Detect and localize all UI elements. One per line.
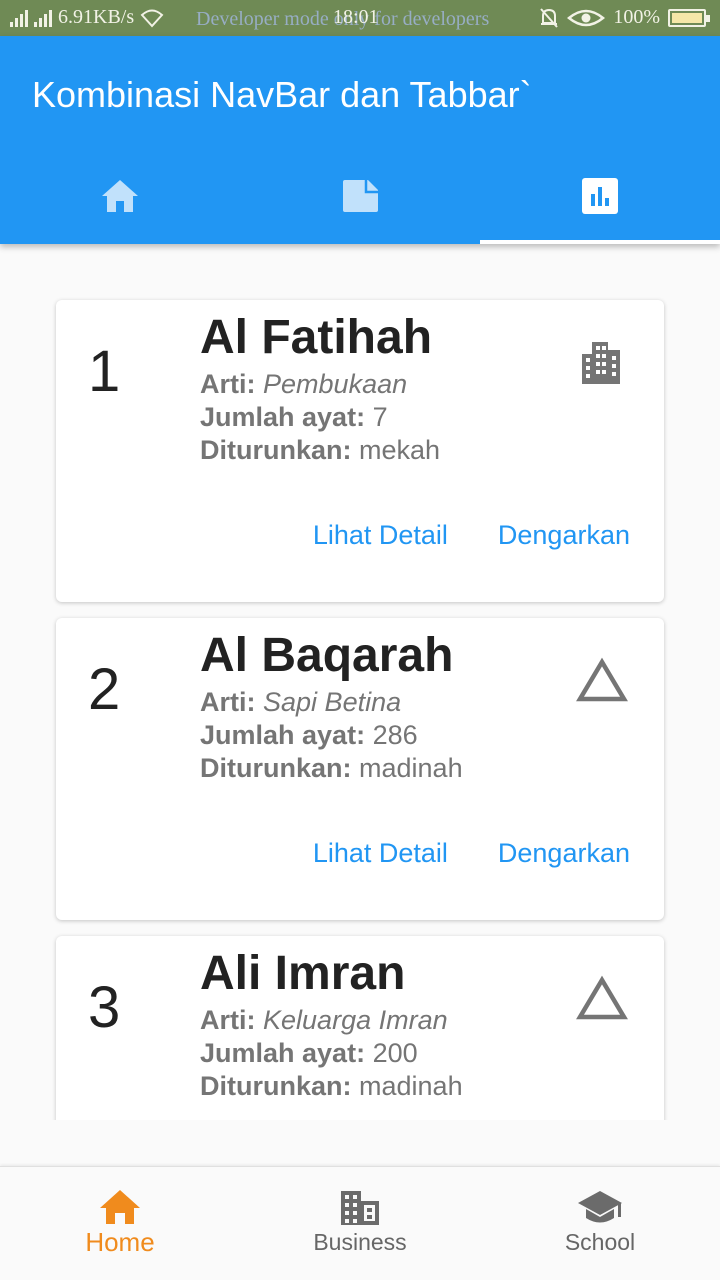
jumlah-ayat-label: Jumlah ayat: <box>200 720 366 750</box>
tab-home[interactable] <box>0 148 240 244</box>
bell-off-icon <box>540 7 559 28</box>
card-actions: Lihat Detail Dengarkan <box>313 520 630 551</box>
clock: 18:01 <box>333 6 379 28</box>
card-actions: Lihat Detail Dengarkan <box>313 838 630 869</box>
bottom-nav-school[interactable]: School <box>480 1167 720 1280</box>
battery-percent: 100% <box>613 6 660 28</box>
diturunkan-label: Diturunkan: <box>200 1071 352 1101</box>
surah-card: 2 Al Baqarah Arti: Sapi Betina Jumlah ay… <box>56 618 664 920</box>
bottom-nav-business[interactable]: Business <box>240 1167 480 1280</box>
bottom-nav-label: School <box>564 1229 636 1255</box>
surah-list[interactable]: 1 Al Fatihah Arti: Pembukaan Jumlah ayat… <box>0 244 720 1120</box>
surah-meta: Arti: Sapi Betina Jumlah ayat: 286 Ditur… <box>200 686 463 785</box>
surah-number: 3 <box>88 975 121 1040</box>
status-left: 6.91KB/s <box>10 6 164 29</box>
app-bar: Kombinasi NavBar dan Tabbar` <box>0 36 720 244</box>
arti-label: Arti: <box>200 1005 256 1035</box>
lihat-detail-button[interactable]: Lihat Detail <box>313 838 448 869</box>
diturunkan-label: Diturunkan: <box>200 435 352 465</box>
jumlah-ayat-label: Jumlah ayat: <box>200 1038 366 1068</box>
business-icon <box>341 1191 379 1225</box>
surah-ayat: 286 <box>372 720 418 750</box>
surah-arti: Keluarga Imran <box>263 1005 448 1035</box>
status-bar: 6.91KB/s Developer mode only for develop… <box>0 0 720 36</box>
surah-diturunkan: madinah <box>359 1071 463 1101</box>
lihat-detail-button[interactable]: Lihat Detail <box>313 520 448 551</box>
surah-diturunkan: mekah <box>359 435 441 465</box>
surah-meta: Arti: Keluarga Imran Jumlah ayat: 200 Di… <box>200 1004 463 1103</box>
home-icon <box>100 1190 140 1224</box>
surah-arti: Sapi Betina <box>263 687 402 717</box>
surah-number: 2 <box>88 657 121 722</box>
triangle-icon <box>576 972 628 1024</box>
surah-name: Al Baqarah <box>200 629 454 682</box>
surah-meta: Arti: Pembukaan Jumlah ayat: 7 Diturunka… <box>200 368 440 467</box>
dengarkan-button[interactable]: Dengarkan <box>498 520 630 551</box>
note-icon <box>343 180 378 212</box>
wifi-icon <box>140 9 164 27</box>
surah-ayat: 200 <box>372 1038 418 1068</box>
bottom-nav-label: Home <box>85 1227 155 1257</box>
home-icon <box>102 180 138 212</box>
triangle-icon <box>576 654 628 706</box>
surah-card: 1 Al Fatihah Arti: Pembukaan Jumlah ayat… <box>56 300 664 602</box>
surah-name: Al Fatihah <box>200 311 433 364</box>
app-title: Kombinasi NavBar dan Tabbar` <box>32 74 532 115</box>
bottom-nav-label: Business <box>313 1229 407 1255</box>
jumlah-ayat-label: Jumlah ayat: <box>200 402 366 432</box>
surah-card: 3 Ali Imran Arti: Keluarga Imran Jumlah … <box>56 936 664 1120</box>
network-speed: 6.91KB/s <box>58 6 135 28</box>
building-icon <box>576 336 628 388</box>
arti-label: Arti: <box>200 369 256 399</box>
surah-ayat: 7 <box>372 402 388 432</box>
school-icon <box>578 1191 622 1223</box>
surah-number: 1 <box>88 339 121 404</box>
tab-stats[interactable] <box>480 148 720 244</box>
bar-chart-icon <box>582 178 618 214</box>
battery-icon <box>668 8 710 27</box>
surah-diturunkan: madinah <box>359 753 463 783</box>
eye-icon <box>567 9 606 26</box>
signal-icon <box>10 9 28 27</box>
tab-bar <box>0 148 720 244</box>
surah-arti: Pembukaan <box>263 369 408 399</box>
surah-name: Ali Imran <box>200 947 406 1000</box>
status-right: 100% <box>539 6 710 29</box>
arti-label: Arti: <box>200 687 256 717</box>
tab-notes[interactable] <box>240 148 480 244</box>
bottom-nav-home[interactable]: Home <box>0 1167 240 1280</box>
diturunkan-label: Diturunkan: <box>200 753 352 783</box>
bottom-nav: Home Business School <box>0 1166 720 1280</box>
signal-icon-2 <box>34 9 52 27</box>
dengarkan-button[interactable]: Dengarkan <box>498 838 630 869</box>
